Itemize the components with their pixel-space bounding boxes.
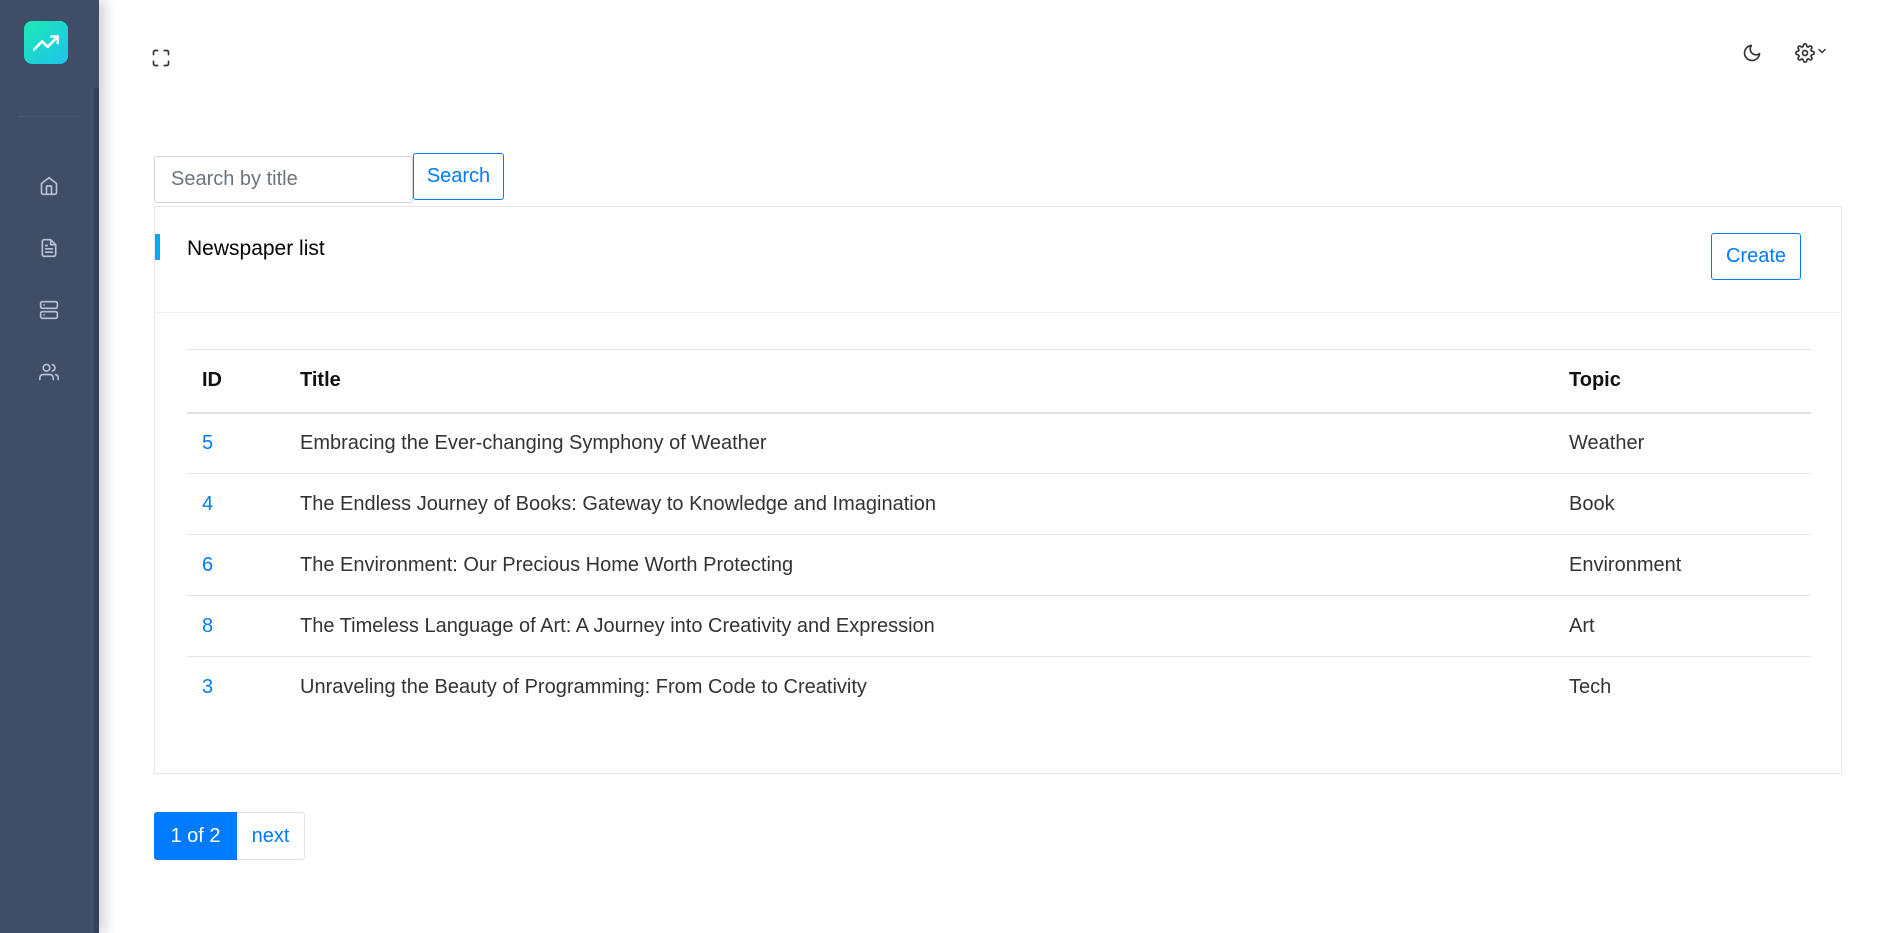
- title-cell: The Environment: Our Precious Home Worth…: [285, 534, 1554, 596]
- search-button[interactable]: Search: [413, 153, 504, 200]
- pagination-next-button[interactable]: next: [237, 812, 305, 860]
- column-header-title: Title: [285, 349, 1554, 414]
- sidebar-item-newspapers[interactable]: [34, 233, 64, 263]
- title-cell: The Timeless Language of Art: A Journey …: [285, 595, 1554, 657]
- id-cell: 5: [187, 412, 285, 474]
- id-cell: 4: [187, 473, 285, 535]
- id-cell: 3: [187, 657, 285, 718]
- table-header-row: ID Title Topic: [187, 349, 1811, 414]
- table-row: 8 The Timeless Language of Art: A Journe…: [187, 595, 1811, 657]
- server-icon: [39, 300, 59, 320]
- id-cell: 6: [187, 534, 285, 596]
- column-header-topic: Topic: [1554, 349, 1811, 414]
- sidebar-item-home[interactable]: [34, 171, 64, 201]
- title-cell: Embracing the Ever-changing Symphony of …: [285, 412, 1554, 474]
- table-row: 5 Embracing the Ever-changing Symphony o…: [187, 412, 1811, 474]
- users-icon: [39, 363, 59, 381]
- topic-cell: Weather: [1554, 412, 1811, 474]
- topic-cell: Tech: [1569, 675, 1612, 698]
- logo-divider: [18, 116, 80, 117]
- logo[interactable]: [24, 21, 68, 64]
- id-link[interactable]: 5: [202, 432, 213, 454]
- create-button[interactable]: Create: [1711, 233, 1801, 280]
- newspaper-table: ID Title Topic 5 Embracing the Ever-chan…: [187, 349, 1811, 718]
- pagination: 1 of 2 next: [154, 812, 305, 860]
- settings-dropdown[interactable]: [1791, 40, 1831, 66]
- gear-icon: [1794, 43, 1815, 63]
- file-text-icon: [41, 238, 57, 258]
- search-input[interactable]: [154, 156, 413, 203]
- table-row: 4 The Endless Journey of Books: Gateway …: [187, 473, 1811, 535]
- maximize-icon: [152, 49, 170, 67]
- sidebar-item-server[interactable]: [34, 295, 64, 325]
- title-cell: Unraveling the Beauty of Programming: Fr…: [300, 675, 867, 698]
- moon-icon: [1743, 44, 1761, 62]
- home-icon: [40, 176, 58, 196]
- id-cell: 8: [187, 595, 285, 657]
- theme-toggle-button[interactable]: [1739, 40, 1765, 66]
- main-content: Search Newspaper list Create ID Title To…: [99, 0, 1890, 933]
- topic-cell: Art: [1554, 595, 1811, 657]
- chevron-down-icon: [1817, 48, 1826, 54]
- fullscreen-button[interactable]: [149, 46, 173, 70]
- id-link[interactable]: 3: [202, 676, 213, 698]
- card-title: Newspaper list: [187, 237, 325, 260]
- trending-up-icon: [33, 34, 59, 51]
- sidebar-scrollbar[interactable]: [94, 88, 99, 933]
- topic-cell: Book: [1554, 473, 1811, 535]
- table-row: 3 Unraveling the Beauty of Programming: …: [187, 657, 1811, 718]
- title-cell: The Endless Journey of Books: Gateway to…: [285, 473, 1554, 535]
- id-link[interactable]: 6: [202, 554, 213, 576]
- table-row: 6 The Environment: Our Precious Home Wor…: [187, 534, 1811, 596]
- topic-cell: Environment: [1554, 534, 1811, 596]
- column-header-id: ID: [187, 349, 285, 414]
- id-link[interactable]: 4: [202, 493, 213, 515]
- card-header: Newspaper list Create: [155, 207, 1841, 313]
- newspaper-list-card: Newspaper list Create ID Title Topic 5 E…: [154, 206, 1842, 774]
- sidebar-item-users[interactable]: [34, 357, 64, 387]
- card-accent-bar: [155, 234, 160, 260]
- pagination-current-page: 1 of 2: [154, 812, 237, 860]
- sidebar: [0, 0, 99, 933]
- id-link[interactable]: 8: [202, 615, 213, 637]
